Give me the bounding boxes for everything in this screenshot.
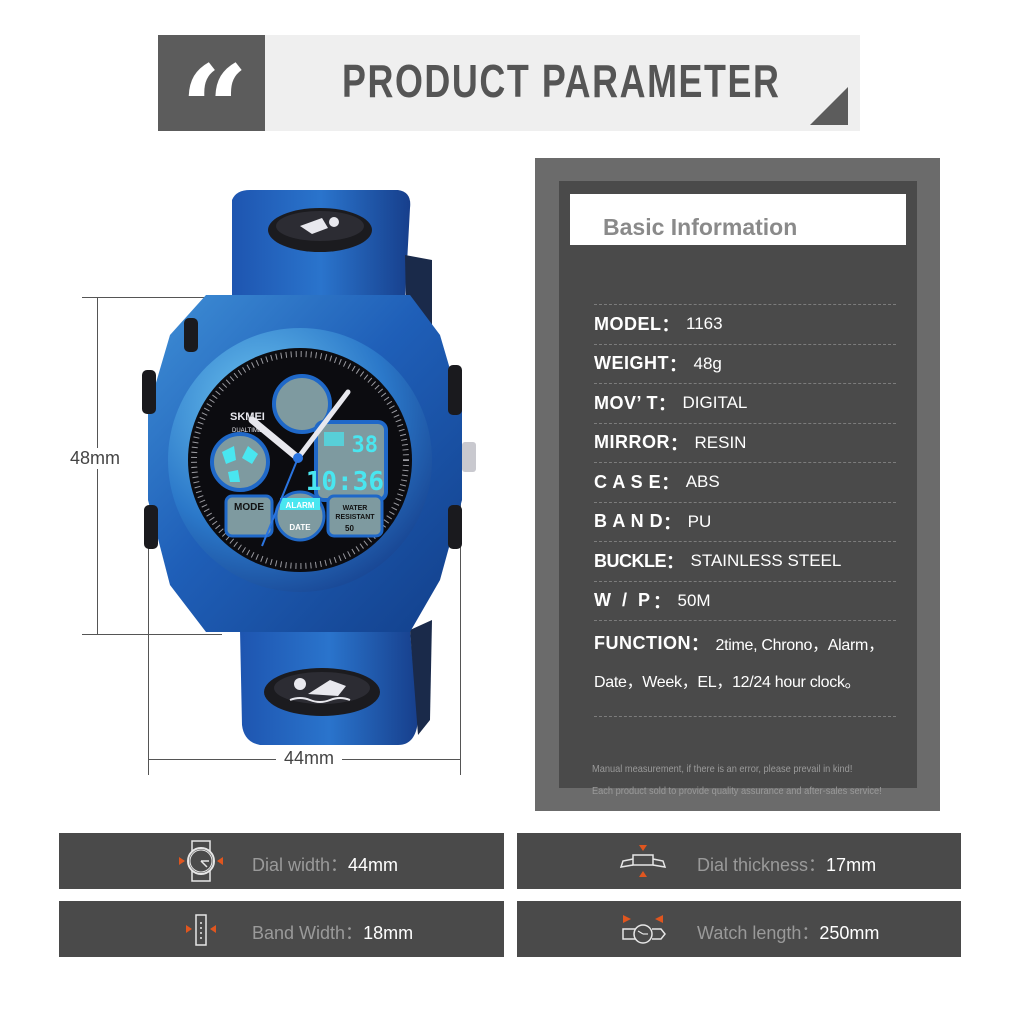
spec-key: BUCKLE	[594, 550, 667, 571]
spec-value: 50M	[677, 590, 711, 610]
spec-value: 2time, Chrono，Alarm，	[715, 637, 885, 654]
spec-row-case: C A S E： ABS	[594, 462, 896, 502]
spec-key: WEIGHT	[594, 353, 669, 374]
svg-text:DATE: DATE	[289, 523, 311, 532]
svg-text:50: 50	[345, 524, 354, 533]
svg-text:WATER: WATER	[343, 505, 368, 512]
disclaimer-line: Manual measurement, if there is an error…	[592, 763, 853, 775]
dial-thickness-icon	[619, 845, 667, 877]
svg-text:RESISTANT: RESISTANT	[335, 514, 375, 521]
dim-label: Watch length：250mm	[697, 919, 879, 945]
dim-label: Dial thickness：17mm	[697, 851, 876, 877]
page-title: PRODUCT PARAMETER	[342, 55, 781, 107]
basic-info-title: Basic Information	[603, 214, 798, 240]
spec-list: MODEL： 1163 WEIGHT： 48g MOV’ T： DIGITAL …	[594, 304, 896, 717]
spec-row-model: MODEL： 1163	[594, 304, 896, 344]
spec-key: W / P	[594, 590, 653, 611]
basic-info-panel: Basic Information MODEL： 1163 WEIGHT： 48…	[535, 158, 940, 811]
dial-width-icon	[179, 840, 223, 882]
spec-row-movement: MOV’ T： DIGITAL	[594, 383, 896, 423]
spec-sep: ：	[653, 591, 672, 612]
spec-value: 48g	[693, 353, 722, 373]
spec-key: MIRROR	[594, 432, 670, 453]
watch-product-image: 48mm 44mm 38 10:36 MODE ALARM DATE WATER…	[0, 160, 520, 800]
corner-triangle-decoration	[810, 87, 848, 125]
dim-bar-dial-thickness: Dial thickness：17mm	[517, 833, 961, 889]
dim-label-text: Band Width：	[252, 923, 364, 943]
spec-row-function: FUNCTION： 2time, Chrono，Alarm， Date，Week…	[594, 620, 896, 716]
watch-case	[142, 295, 476, 632]
spec-key: MOV’ T	[594, 392, 659, 413]
quote-icon: “	[180, 39, 249, 178]
disclaimer: Manual measurement, if there is an error…	[592, 758, 882, 802]
spec-row-mirror: MIRROR： RESIN	[594, 422, 896, 463]
spec-key: MODEL	[594, 313, 662, 334]
basic-info-header: Basic Information	[570, 194, 906, 245]
spec-value: STAINLESS STEEL	[690, 551, 842, 571]
spec-key: FUNCTION	[594, 632, 691, 653]
dim-bar-watch-length: Watch length：250mm	[517, 901, 961, 957]
spec-sep: ：	[666, 552, 685, 573]
svg-text:SKMEI: SKMEI	[230, 411, 265, 423]
dim-value: 44mm	[348, 855, 399, 875]
spec-value: ABS	[685, 472, 720, 492]
spec-row-weight: WEIGHT： 48g	[594, 343, 896, 384]
spec-value: RESIN	[694, 432, 747, 452]
dim-label-text: Dial thickness：	[697, 855, 827, 875]
header-banner: “ PRODUCT PARAMETER	[158, 35, 860, 168]
spec-sep: ：	[691, 634, 710, 654]
band-width-icon	[186, 914, 216, 946]
dim-value: 17mm	[826, 855, 877, 875]
disclaimer-line: Each product sold to provide quality ass…	[592, 785, 882, 797]
watch-illustration: 38 10:36 MODE ALARM DATE WATER RESISTANT…	[142, 190, 476, 745]
svg-text:38: 38	[352, 433, 379, 458]
spec-value: DIGITAL	[682, 393, 748, 413]
spec-row-band: B A N D： PU	[594, 501, 896, 542]
dim-value: 18mm	[363, 923, 414, 943]
dim-label: Band Width：18mm	[252, 919, 413, 945]
spec-sep: ：	[663, 512, 682, 533]
dim-value: 250mm	[819, 923, 880, 943]
spec-sep: ：	[669, 354, 688, 375]
spec-value: 1163	[686, 314, 723, 334]
quote-icon-box: “	[158, 35, 265, 168]
spec-value: PU	[687, 511, 712, 531]
svg-text:MODE: MODE	[234, 502, 264, 513]
dim-label-text: Watch length：	[697, 923, 820, 943]
dim-bar-dial-width: Dial width：44mm	[59, 833, 504, 889]
watch-length-icon	[622, 915, 666, 944]
spec-key: B A N D	[594, 511, 664, 532]
spec-row-buckle: BUCKLE： STAINLESS STEEL	[594, 541, 896, 581]
dim-label: Dial width：44mm	[252, 851, 398, 877]
bottom-strap	[240, 620, 432, 745]
spec-divider	[594, 716, 896, 717]
dim-bar-band-width: Band Width：18mm	[59, 901, 504, 957]
spec-sep: ：	[661, 473, 680, 494]
spec-sep: ：	[661, 315, 680, 336]
spec-value-continued: Date，Week，EL，12/24 hour clock。	[594, 674, 861, 691]
spec-sep: ：	[658, 394, 677, 415]
dim-label-text: Dial width：	[252, 855, 349, 875]
spec-sep: ：	[670, 433, 689, 454]
spec-key: C A S E	[594, 471, 662, 492]
svg-text:ALARM: ALARM	[286, 501, 315, 510]
svg-text:10:36: 10:36	[306, 467, 384, 497]
basic-info-inner: Basic Information MODEL： 1163 WEIGHT： 48…	[559, 181, 917, 797]
spec-row-water-proof: W / P： 50M	[594, 580, 896, 621]
